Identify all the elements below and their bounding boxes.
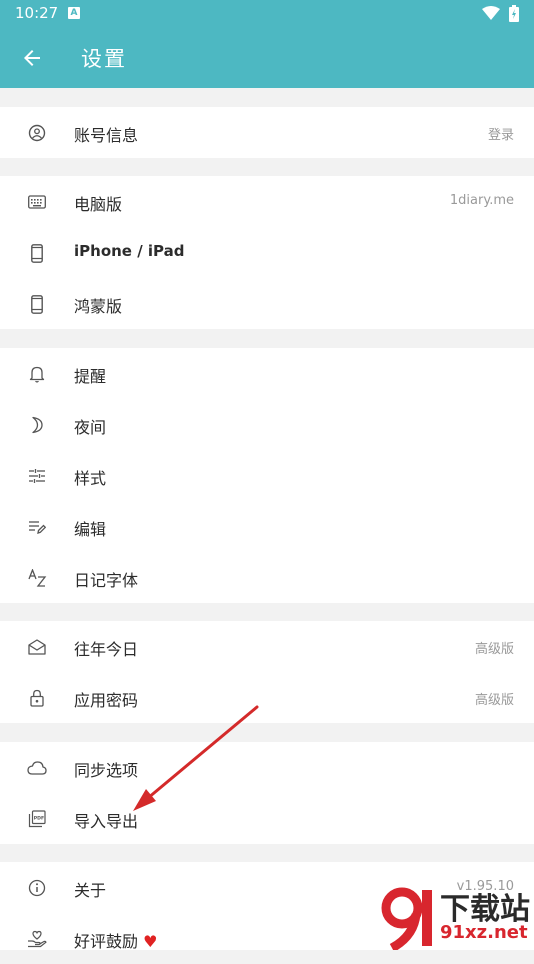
settings-item-account[interactable]: 账号信息 登录: [0, 107, 534, 158]
app-bar: 设置: [0, 28, 534, 88]
settings-item-label: 往年今日: [74, 640, 139, 659]
settings-item-on-this-day[interactable]: 往年今日 高级版: [0, 621, 534, 672]
keyboard-icon: [27, 192, 47, 212]
pdf-stack-icon: PDF: [27, 809, 47, 829]
settings-item-app-password[interactable]: 应用密码 高级版: [0, 672, 534, 723]
back-arrow-icon[interactable]: [20, 46, 44, 70]
settings-item-label: 账号信息: [74, 126, 139, 145]
section-premium: 往年今日 高级版 应用密码 高级版: [0, 621, 534, 723]
notification-icon: A: [68, 7, 80, 19]
settings-item-value: 登录: [487, 128, 514, 143]
section-platforms: 电脑版 1diary.me iPhone / iPad 鸿蒙版: [0, 176, 534, 329]
settings-item-value: 高级版: [474, 693, 514, 708]
settings-item-label: 关于: [74, 881, 107, 900]
settings-item-edit[interactable]: 编辑: [0, 501, 534, 552]
settings-item-desktop[interactable]: 电脑版 1diary.me: [0, 176, 534, 227]
wifi-icon: [482, 6, 500, 20]
settings-item-night[interactable]: 夜间: [0, 399, 534, 450]
settings-item-label: 样式: [74, 469, 107, 488]
settings-item-label: 日记字体: [74, 571, 139, 590]
section-account: 账号信息 登录: [0, 107, 534, 158]
watermark-logo: 下载站 91xz.net: [378, 884, 534, 950]
battery-icon: [509, 5, 519, 22]
settings-item-label: 电脑版: [74, 195, 123, 214]
settings-item-value: 高级版: [474, 642, 514, 657]
settings-item-sync[interactable]: 同步选项: [0, 742, 534, 793]
phone-icon: [27, 243, 47, 263]
settings-item-harmony[interactable]: 鸿蒙版: [0, 278, 534, 329]
cloud-icon: [27, 758, 47, 778]
page-title: 设置: [81, 47, 127, 71]
rate-label-text: 好评鼓励: [74, 932, 139, 951]
edit-lines-icon: [27, 517, 47, 537]
settings-item-reminder[interactable]: 提醒: [0, 348, 534, 399]
settings-item-iphone-ipad[interactable]: iPhone / iPad: [0, 227, 534, 278]
bell-icon: [27, 364, 47, 384]
mail-open-icon: [27, 637, 47, 657]
section-data: 同步选项 PDF 导入导出: [0, 742, 534, 844]
phone-icon: [27, 294, 47, 314]
font-az-icon: [27, 568, 47, 588]
hand-heart-icon: [27, 929, 47, 949]
status-time: 10:27: [15, 4, 59, 22]
svg-text:PDF: PDF: [34, 816, 44, 822]
settings-item-label: 好评鼓励 ♥: [74, 928, 157, 952]
settings-item-label: 夜间: [74, 418, 107, 437]
account-circle-icon: [27, 123, 47, 143]
heart-icon: ♥: [143, 932, 158, 951]
settings-item-label: 同步选项: [74, 761, 139, 780]
settings-item-value: 1diary.me: [449, 193, 514, 208]
settings-item-label: 应用密码: [74, 691, 139, 710]
lock-icon: [27, 688, 47, 708]
settings-item-import-export[interactable]: PDF 导入导出: [0, 793, 534, 844]
sliders-icon: [27, 466, 47, 486]
settings-item-label: 导入导出: [74, 812, 139, 831]
settings-item-label: iPhone / iPad: [74, 242, 185, 260]
status-bar: 10:27 A: [0, 0, 534, 28]
settings-item-label: 提醒: [74, 367, 107, 386]
info-icon: [27, 878, 47, 898]
watermark-emblem-icon: [381, 887, 432, 950]
settings-item-style[interactable]: 样式: [0, 450, 534, 501]
settings-item-font[interactable]: 日记字体: [0, 552, 534, 603]
settings-item-label: 鸿蒙版: [74, 297, 123, 316]
settings-item-label: 编辑: [74, 520, 107, 539]
watermark-text-url: 91xz.net: [440, 922, 528, 943]
section-appearance: 提醒 夜间 样式 编辑 日记字体: [0, 348, 534, 603]
moon-icon: [27, 415, 47, 435]
